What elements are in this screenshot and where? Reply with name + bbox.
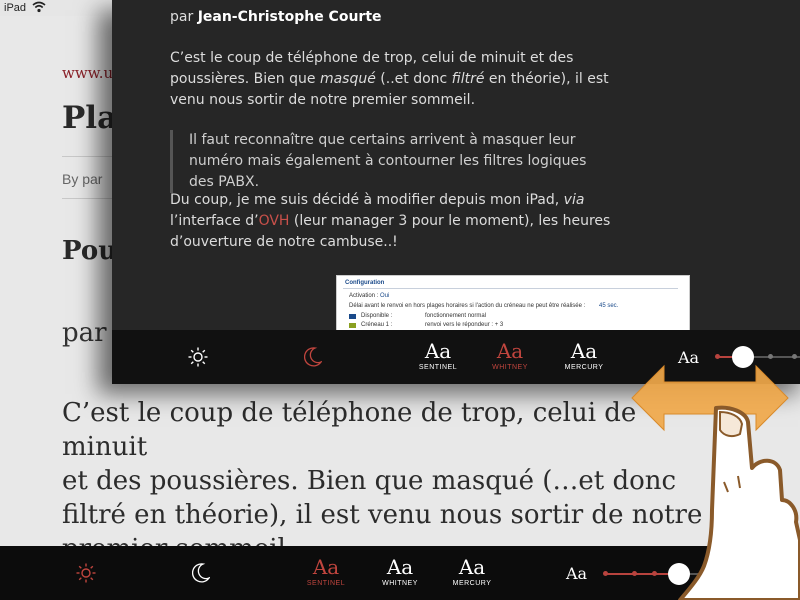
font-label: MERCURY [452,580,492,587]
slider-step [706,571,711,576]
slider-track-filled [604,573,674,575]
label: Activation : [349,293,379,299]
font-size-decrease[interactable]: Aa [678,348,699,367]
screenshot-row: Disponible : [361,313,393,319]
dark-blockquote: Il faut reconnaître que certains arriven… [170,130,609,193]
dark-paragraph-2: Du coup, je me suis décidé à modifier de… [170,190,630,253]
reader-toolbar-day: Aa SENTINEL Aa WHITNEY Aa MERCURY Aa Aa [0,546,800,600]
font-sample: Aa [312,555,340,579]
font-sample: Aa [386,555,414,579]
text: Du coup, je me suis décidé à modifier de… [170,192,564,208]
font-size-increase-label: Aa [724,562,746,581]
font-option-mercury[interactable]: Aa MERCURY [446,556,498,587]
ovh-link[interactable]: OVH [259,213,290,229]
slider-step [792,354,797,359]
screenshot-row: Créneau 1 : [361,322,393,328]
wifi-icon [32,1,46,13]
moon-icon[interactable] [192,563,210,583]
author-name: Jean-Christophe Courte [197,9,382,25]
font-size-increase[interactable]: Aa [724,562,745,581]
screenshot-value: fonctionnement normal [425,313,487,319]
sun-icon[interactable] [188,347,208,367]
font-option-sentinel[interactable]: Aa SENTINEL [300,556,352,587]
font-size-slider[interactable] [715,346,800,368]
article-line: et des poussières. Bien que masqué (…et … [62,466,677,496]
font-sample: Aa [424,339,452,363]
slider-step [768,354,773,359]
slider-step [603,571,608,576]
article-title: Pla [62,100,118,136]
label: Délai avant le renvoi en hors plages hor… [349,303,586,309]
article-author-prefix: par [62,318,107,348]
value: Oui [380,293,390,299]
text: (..et donc [375,71,452,87]
font-option-whitney[interactable]: Aa WHITNEY [484,340,536,371]
font-sample: Aa [570,339,598,363]
font-size-decrease[interactable]: Aa [566,564,587,583]
author-prefix: par [170,9,194,25]
font-option-sentinel[interactable]: Aa SENTINEL [410,340,466,371]
emphasis: masqué [319,71,376,87]
article-line: filtré en théorie), il est venu nous sor… [62,500,703,530]
slider-step [715,354,720,359]
slider-step [652,571,657,576]
dark-author-line: par Jean-Christophe Courte [170,9,382,25]
reader-toolbar-night: Aa SENTINEL Aa WHITNEY Aa MERCURY Aa [112,330,800,384]
screenshot-value: renvoi vers le répondeur : + 3 [425,322,504,328]
article-url[interactable]: www.u [62,64,113,82]
screenshot-row: Délai avant le renvoi en hors plages hor… [349,303,585,309]
font-label: SENTINEL [418,364,458,371]
article-subtitle: Pou [62,236,118,266]
article-byline: By par [62,171,103,187]
slider-knob[interactable] [668,563,690,585]
emphasis: via [563,192,585,208]
font-label: WHITNEY [382,580,418,587]
slider-step [632,571,637,576]
screenshot-row: Activation : Oui [349,293,389,299]
screenshot-title: Configuration [345,280,385,286]
divider [343,288,678,289]
font-label: WHITNEY [492,364,528,371]
font-sample: Aa [496,339,524,363]
carrier-label: iPad [4,2,27,14]
legend-swatch [349,314,356,319]
font-label: SENTINEL [306,580,346,587]
slider-knob[interactable] [732,346,754,368]
font-sample: Aa [458,555,486,579]
font-label: MERCURY [564,364,604,371]
article-line: C’est le coup de téléphone de trop, celu… [62,398,637,462]
font-option-mercury[interactable]: Aa MERCURY [558,340,610,371]
text: l’interface d’ [170,213,259,229]
article-body: C’est le coup de téléphone de trop, celu… [62,396,722,566]
screenshot-value: 45 sec. [599,303,619,309]
font-size-slider[interactable] [603,563,720,585]
moon-icon[interactable] [304,347,322,367]
sun-icon[interactable] [76,563,96,583]
emphasis: filtré [451,71,485,87]
font-option-whitney[interactable]: Aa WHITNEY [374,556,426,587]
dark-paragraph-1: C’est le coup de téléphone de trop, celu… [170,48,610,111]
legend-swatch [349,323,356,328]
embedded-screenshot: Configuration Activation : Oui Délai ava… [336,275,690,335]
